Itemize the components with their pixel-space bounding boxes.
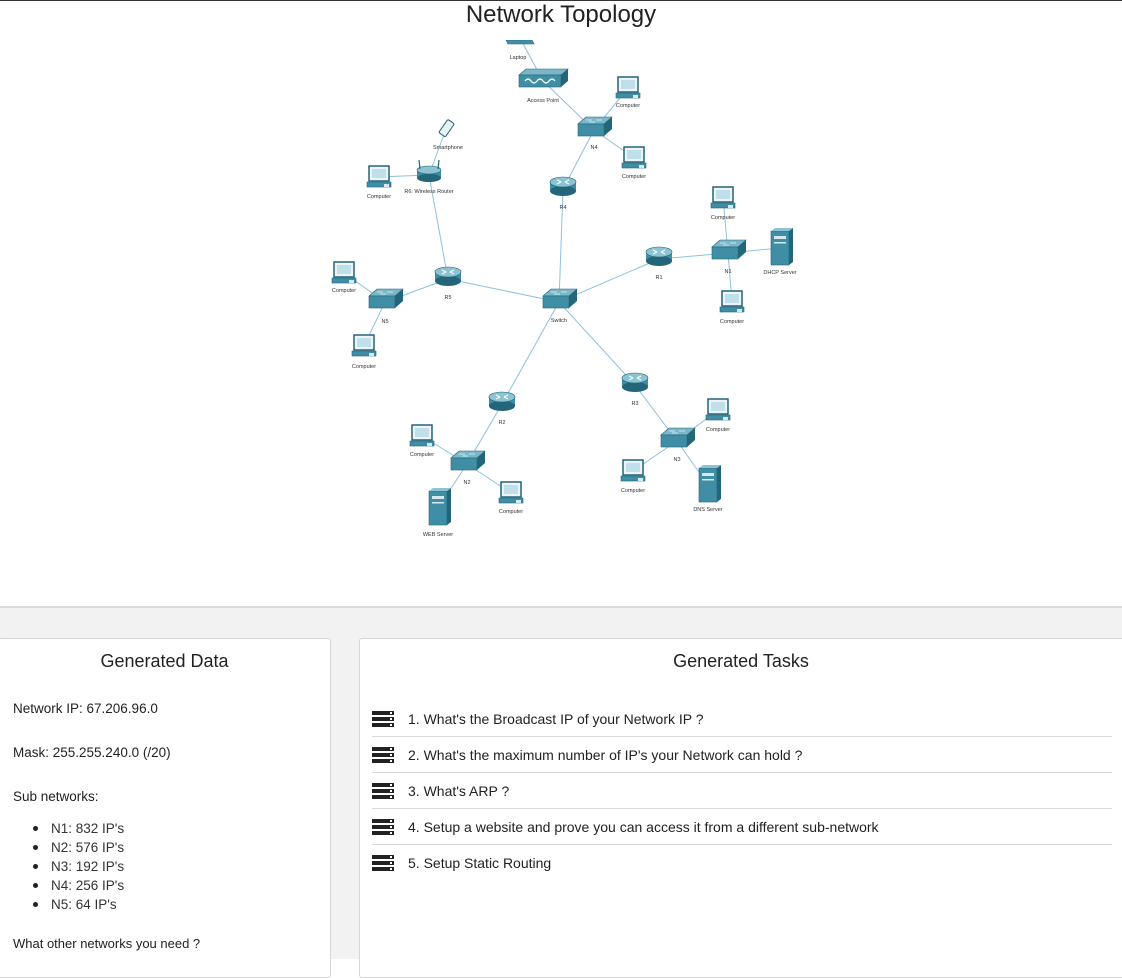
- server-icon: [372, 782, 394, 799]
- computer-icon[interactable]: Computer: [705, 398, 731, 433]
- device-label: Switch: [551, 318, 567, 324]
- device-label: R2: [498, 420, 505, 426]
- links-group: [343, 40, 781, 509]
- device-label: Computer: [621, 488, 645, 494]
- subnet-item: N3: 192 IP's: [33, 857, 124, 876]
- device-label: R1: [655, 275, 662, 281]
- subnet-item: N4: 256 IP's: [33, 876, 124, 895]
- laptop-icon[interactable]: Laptop: [505, 40, 535, 61]
- device-label: R6: Wireless Router: [404, 189, 453, 195]
- task-item[interactable]: 4. Setup a website and prove you can acc…: [372, 809, 1112, 845]
- router-icon[interactable]: R3: [621, 372, 649, 407]
- device-label: R3: [631, 401, 638, 407]
- bottom-section: Generated Data Network IP: 67.206.96.0 M…: [0, 606, 1122, 978]
- page-title: Network Topology: [465, 1, 657, 28]
- generated-tasks-title: Generated Tasks: [673, 651, 809, 671]
- computer-icon[interactable]: Computer: [710, 186, 736, 221]
- switch-icon[interactable]: N4: [577, 116, 613, 151]
- router-icon[interactable]: R1: [645, 246, 673, 281]
- network-link: [447, 278, 560, 303]
- device-label: N4: [590, 145, 597, 151]
- device-label: DNS Server: [693, 507, 723, 513]
- subnet-item: N2: 576 IP's: [33, 838, 124, 857]
- server-icon[interactable]: WEB Server: [423, 488, 453, 538]
- computer-icon[interactable]: Computer: [409, 424, 435, 458]
- device-label: Smartphone: [433, 145, 463, 151]
- router-icon[interactable]: R2: [488, 391, 516, 426]
- server-icon: [372, 854, 394, 871]
- server-icon[interactable]: DNS Server: [693, 465, 723, 513]
- router-icon[interactable]: R5: [434, 266, 462, 301]
- device-label: N2: [463, 480, 470, 486]
- device-label: Access Point: [527, 98, 559, 104]
- generated-data-title: Generated Data: [100, 651, 229, 671]
- device-label: Computer: [332, 288, 356, 294]
- computer-icon[interactable]: Computer: [331, 261, 357, 294]
- nodes-group: Laptop Access Point Computer N4 Computer R4 Sm…: [331, 40, 797, 538]
- device-label: N1: [724, 269, 731, 275]
- task-text: 2. What's the maximum number of IP's you…: [408, 746, 803, 763]
- device-label: Computer: [367, 194, 391, 200]
- sub-networks-label: Sub networks:: [13, 789, 99, 804]
- generated-data-panel: Generated Data Network IP: 67.206.96.0 M…: [0, 638, 331, 978]
- device-label: Computer: [706, 427, 730, 433]
- router-icon[interactable]: R4: [549, 176, 577, 211]
- access-point-icon[interactable]: Access Point: [518, 68, 569, 104]
- computer-icon[interactable]: Computer: [366, 165, 392, 200]
- device-label: Computer: [622, 174, 646, 180]
- device-label: DHCP Server: [763, 270, 796, 276]
- device-label: Laptop: [510, 55, 527, 61]
- device-label: R4: [559, 205, 566, 211]
- computer-icon[interactable]: Computer: [620, 459, 646, 494]
- smartphone-icon[interactable]: Smartphone: [433, 119, 463, 151]
- computer-icon[interactable]: Computer: [621, 146, 647, 180]
- generated-tasks-panel: Generated Tasks 1. What's the Broadcast …: [359, 638, 1122, 978]
- server-icon[interactable]: DHCP Server: [763, 228, 797, 276]
- server-icon: [372, 710, 394, 727]
- network-link: [558, 301, 636, 386]
- task-item[interactable]: 5. Setup Static Routing: [372, 845, 1112, 880]
- computer-icon[interactable]: Computer: [719, 290, 745, 325]
- subnet-item: N5: 64 IP's: [33, 895, 124, 914]
- device-label: R5: [444, 295, 451, 301]
- server-icon: [372, 818, 394, 835]
- mask-text: Mask: 255.255.240.0 (/20): [13, 745, 171, 760]
- device-label: Computer: [352, 364, 376, 370]
- computer-icon[interactable]: Computer: [351, 334, 377, 370]
- network-topology-diagram: Laptop Access Point Computer N4 Computer R4 Sm…: [331, 40, 797, 538]
- device-label: WEB Server: [423, 532, 453, 538]
- task-item[interactable]: 1. What's the Broadcast IP of your Netwo…: [372, 701, 1112, 737]
- task-list: 1. What's the Broadcast IP of your Netwo…: [372, 701, 1112, 880]
- network-ip-text: Network IP: 67.206.96.0: [13, 701, 158, 716]
- wireless-router-icon[interactable]: R6: Wireless Router: [404, 159, 454, 195]
- switch-icon[interactable]: Switch: [542, 288, 578, 324]
- device-label: Computer: [711, 215, 735, 221]
- subnet-list: N1: 832 IP's N2: 576 IP's N3: 192 IP's N…: [33, 819, 124, 914]
- device-label: Computer: [720, 319, 744, 325]
- device-label: N5: [381, 319, 388, 325]
- task-text: 3. What's ARP ?: [408, 782, 510, 799]
- task-item[interactable]: 3. What's ARP ?: [372, 773, 1112, 809]
- switch-icon[interactable]: N3: [660, 427, 696, 463]
- device-label: N3: [673, 457, 680, 463]
- computer-icon[interactable]: Computer: [498, 481, 524, 515]
- task-item[interactable]: 2. What's the maximum number of IP's you…: [372, 737, 1112, 773]
- server-icon: [372, 746, 394, 763]
- device-label: Computer: [410, 452, 434, 458]
- subnet-item: N1: 832 IP's: [33, 819, 124, 838]
- task-text: 1. What's the Broadcast IP of your Netwo…: [408, 710, 704, 727]
- device-label: Computer: [616, 103, 640, 109]
- device-label: Computer: [499, 509, 523, 515]
- switch-icon[interactable]: N1: [711, 239, 747, 275]
- task-text: 5. Setup Static Routing: [408, 854, 552, 871]
- computer-icon[interactable]: Computer: [615, 76, 641, 109]
- other-networks-question: What other networks you need ?: [13, 936, 201, 951]
- switch-icon[interactable]: N5: [368, 288, 404, 325]
- task-text: 4. Setup a website and prove you can acc…: [408, 818, 879, 835]
